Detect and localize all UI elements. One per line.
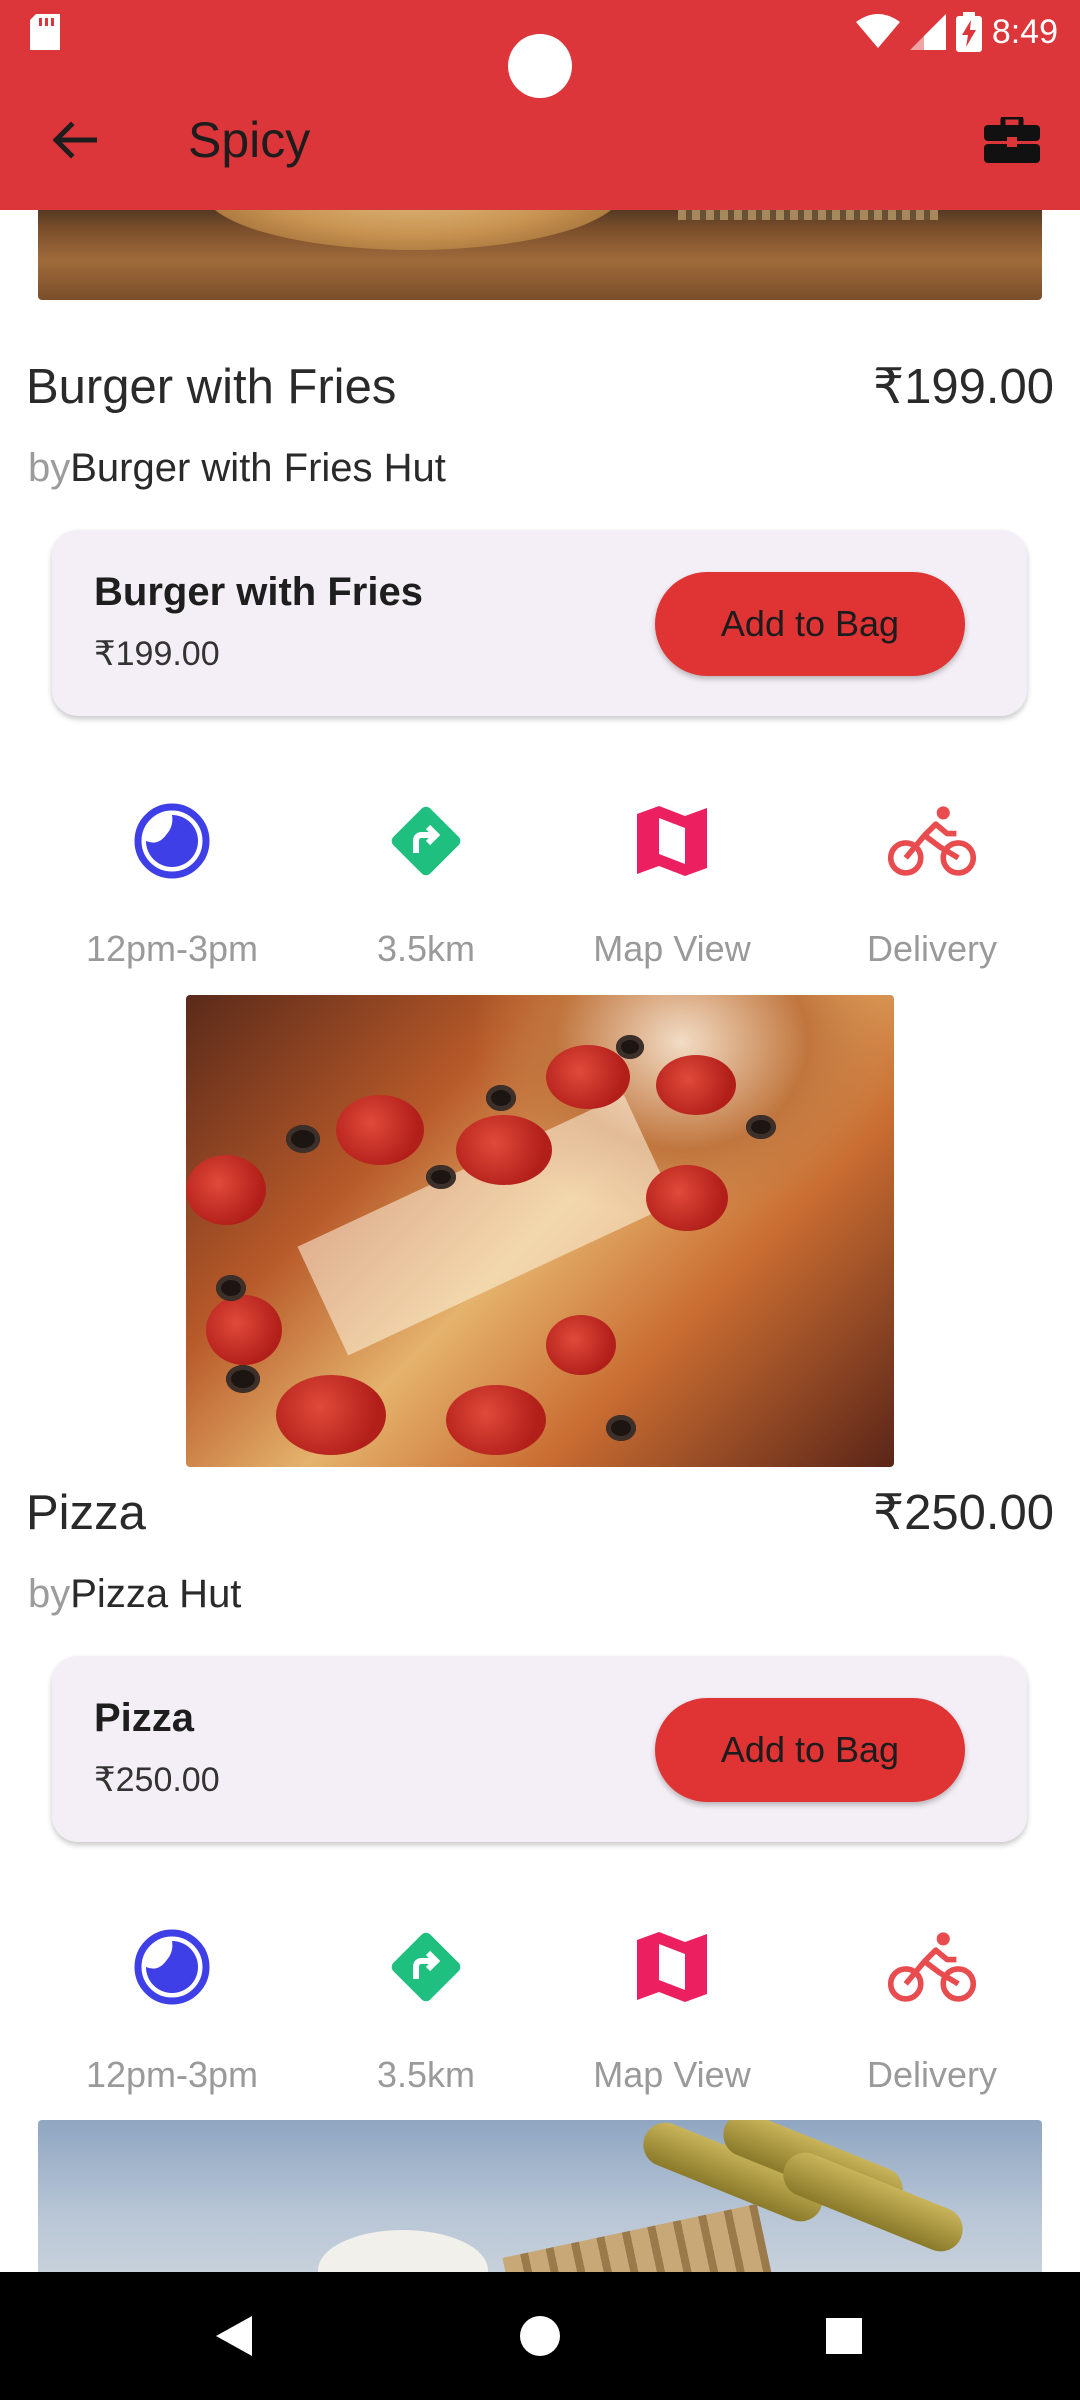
clock-icon: [127, 796, 217, 886]
sd-card-icon: [30, 14, 60, 50]
vendor-name: Burger with Fries Hut: [70, 446, 446, 490]
next-dish-image: [38, 2120, 1042, 2272]
status-icons: 8:49: [855, 10, 1058, 54]
dish-name: Burger with Fries: [26, 360, 397, 414]
circle-home-icon: [520, 2316, 560, 2356]
clock-icon: [127, 1922, 217, 2012]
back-button[interactable]: [40, 106, 108, 174]
battery-charging-icon: [955, 12, 982, 52]
dish-header: Pizza ₹250.00: [26, 1484, 1054, 1541]
nav-home-button[interactable]: [506, 2302, 574, 2370]
add-to-bag-button[interactable]: Add to Bag: [655, 572, 965, 676]
delivery-item[interactable]: Delivery: [822, 780, 1042, 970]
distance-item[interactable]: 3.5km: [316, 780, 536, 970]
status-bar: 8:49: [0, 0, 1080, 98]
by-prefix: by: [28, 1572, 71, 1616]
info-label: 12pm-3pm: [85, 2054, 259, 2095]
bag-button[interactable]: [980, 108, 1044, 172]
map-view-item[interactable]: Map View: [562, 1906, 782, 2096]
dish-price: ₹199.00: [872, 360, 1054, 414]
vendor-name: Pizza Hut: [70, 1572, 242, 1616]
map-view-item[interactable]: Map View: [562, 780, 782, 970]
square-recents-icon: [826, 2318, 862, 2354]
wifi-icon: [855, 14, 900, 48]
hours-item[interactable]: 12pm-3pm: [62, 780, 282, 970]
burger-image: [38, 210, 1042, 300]
by-prefix: by: [28, 446, 71, 490]
app-bar: 8:49 Spicy: [0, 0, 1080, 210]
add-to-bag-button[interactable]: Add to Bag: [655, 1698, 965, 1802]
dish-header: Burger with Fries ₹199.00: [26, 358, 1054, 415]
card-price: ₹199.00: [94, 635, 220, 673]
delivery-item[interactable]: Delivery: [822, 1906, 1042, 2096]
card-price: ₹250.00: [94, 1761, 220, 1799]
dish-name: Pizza: [26, 1486, 146, 1540]
nav-back-button[interactable]: [200, 2302, 268, 2370]
info-row: 12pm-3pm 3.5km Map View Delivery: [0, 780, 1080, 970]
info-label: Map View: [593, 2054, 751, 2095]
pizza-image: [186, 995, 894, 1467]
info-label: Map View: [593, 928, 751, 969]
info-label: Delivery: [866, 2054, 998, 2095]
status-time: 8:49: [991, 12, 1058, 51]
map-icon: [627, 1922, 717, 2012]
add-to-bag-card: Burger with Fries ₹199.00 Add to Bag: [52, 530, 1027, 716]
camera-cutout: [508, 34, 572, 98]
directions-icon: [381, 796, 471, 886]
triangle-back-icon: [216, 2316, 252, 2356]
info-label: 3.5km: [376, 2054, 476, 2095]
bicycle-icon: [887, 796, 977, 886]
briefcase-icon: [984, 117, 1040, 163]
info-label: Delivery: [866, 928, 998, 969]
vendor-line: byPizza Hut: [28, 1572, 241, 1617]
page-title: Spicy: [188, 112, 311, 168]
system-nav-bar: [0, 2272, 1080, 2400]
info-label: 3.5km: [376, 928, 476, 969]
signal-icon: [909, 14, 946, 50]
hours-item[interactable]: 12pm-3pm: [62, 1906, 282, 2096]
card-title: Pizza: [94, 1696, 195, 1740]
directions-icon: [381, 1922, 471, 2012]
info-label: 12pm-3pm: [85, 928, 259, 969]
bicycle-icon: [887, 1922, 977, 2012]
map-icon: [627, 796, 717, 886]
arrow-left-icon: [52, 121, 97, 159]
vendor-line: byBurger with Fries Hut: [28, 446, 446, 491]
add-to-bag-card: Pizza ₹250.00 Add to Bag: [52, 1656, 1027, 1842]
card-title: Burger with Fries: [94, 570, 423, 614]
distance-item[interactable]: 3.5km: [316, 1906, 536, 2096]
dish-list[interactable]: Burger with Fries ₹199.00 byBurger with …: [0, 210, 1080, 2272]
dish-price: ₹250.00: [872, 1486, 1054, 1540]
nav-recents-button[interactable]: [810, 2302, 878, 2370]
info-row: 12pm-3pm 3.5km Map View Delivery: [0, 1906, 1080, 2096]
